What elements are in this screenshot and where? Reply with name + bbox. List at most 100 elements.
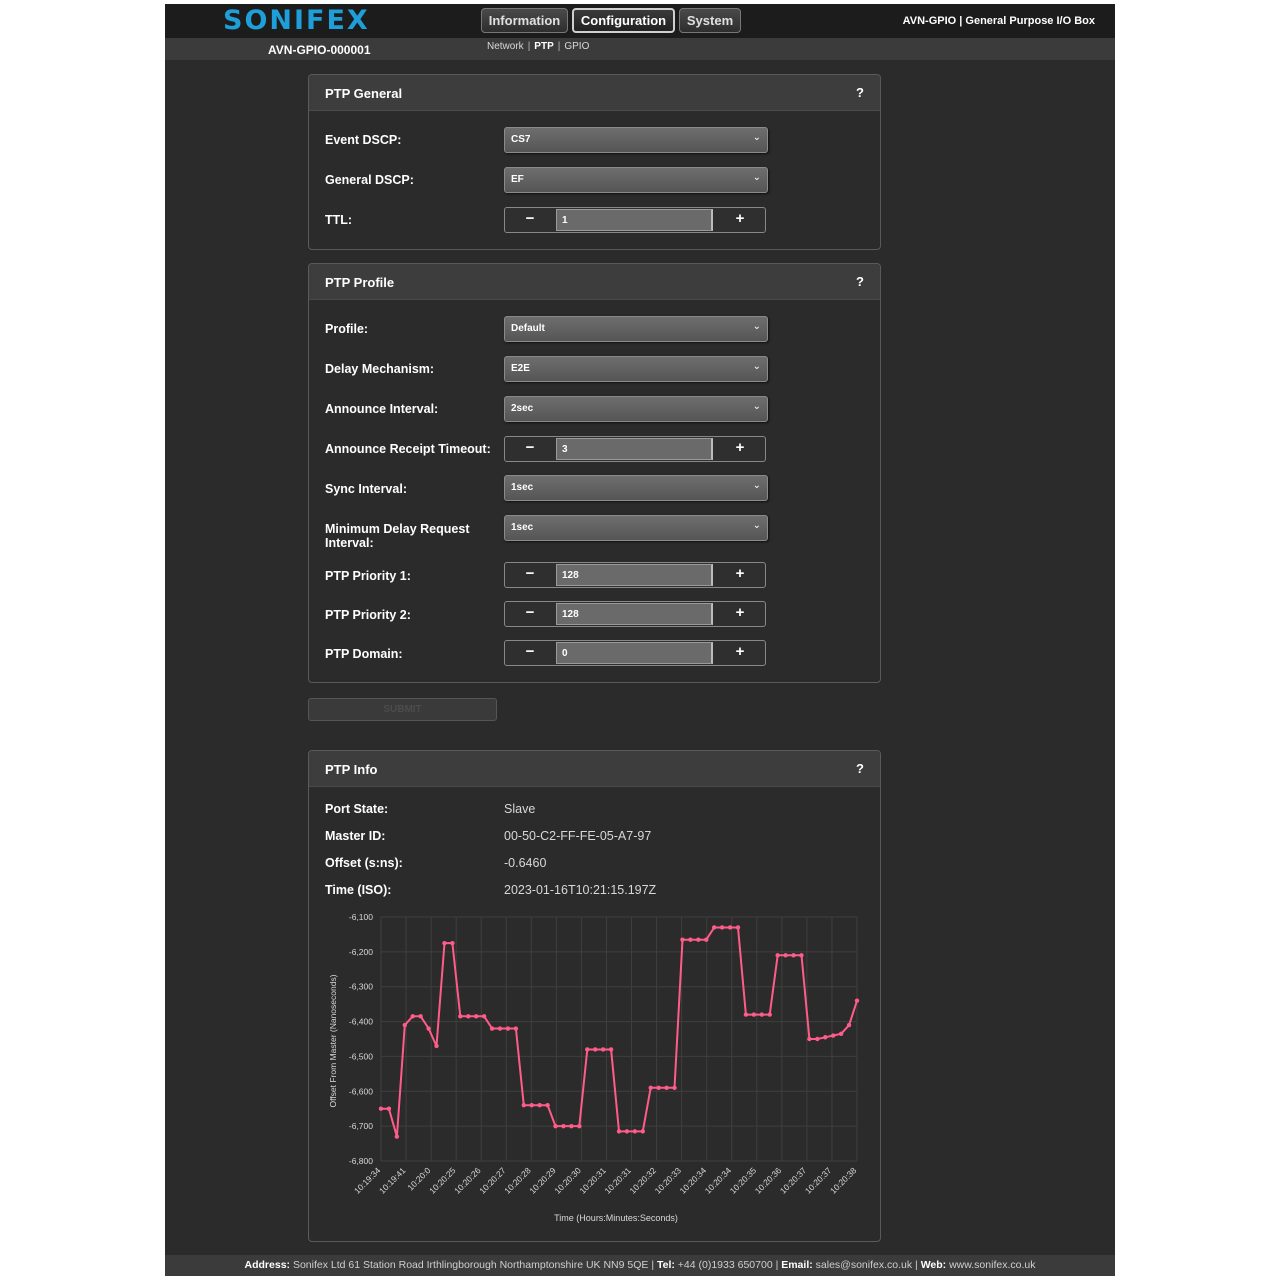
- sync-interval-select[interactable]: 1sec ⌄: [504, 475, 768, 501]
- select-value: Default: [511, 323, 545, 334]
- data-point: [815, 1036, 820, 1042]
- subnav-ptp[interactable]: PTP: [534, 41, 553, 52]
- priority1-input[interactable]: 128: [556, 564, 713, 586]
- ptp-general-panel: PTP General ? Event DSCP: CS7 ⌄ General …: [308, 74, 881, 250]
- announce-receipt-timeout-label: Announce Receipt Timeout:: [325, 442, 491, 456]
- increment-button[interactable]: +: [715, 437, 765, 461]
- increment-button[interactable]: +: [715, 563, 765, 587]
- input-value: 128: [562, 609, 579, 620]
- min-delay-request-select[interactable]: 1sec ⌄: [504, 515, 768, 541]
- y-tick-label: -6,100: [349, 912, 373, 922]
- announce-receipt-timeout-stepper: − 3 +: [504, 436, 766, 462]
- select-value: EF: [511, 174, 524, 185]
- chart-x-axis: 10:19:3410:19:4110:20:010:20:2510:20:261…: [352, 1165, 859, 1196]
- data-point: [807, 1036, 812, 1042]
- data-point: [418, 1014, 423, 1019]
- decrement-button[interactable]: −: [505, 563, 555, 587]
- subnav-gpio[interactable]: GPIO: [564, 41, 589, 52]
- min-delay-request-label: Minimum Delay Request Interval:: [325, 522, 470, 550]
- x-axis-label: Time (Hours:Minutes:Seconds): [554, 1213, 678, 1223]
- y-tick-label: -6,700: [349, 1121, 373, 1131]
- data-point: [529, 1103, 534, 1108]
- help-button[interactable]: ?: [856, 85, 864, 100]
- data-point: [719, 925, 725, 930]
- decrement-button[interactable]: −: [505, 437, 555, 461]
- master-id-value: 00-50-C2-FF-FE-05-A7-97: [504, 829, 652, 843]
- ttl-label: TTL:: [325, 213, 353, 227]
- data-point: [553, 1123, 558, 1129]
- data-point: [585, 1047, 590, 1052]
- input-value: 3: [562, 444, 568, 455]
- x-tick-label: 10:20:26: [452, 1165, 483, 1196]
- chevron-down-icon: ⌄: [752, 361, 761, 372]
- data-point: [838, 1031, 844, 1036]
- subnav-network[interactable]: Network: [487, 41, 524, 52]
- announce-interval-select[interactable]: 2sec ⌄: [504, 396, 768, 422]
- data-point: [410, 1014, 415, 1019]
- y-tick-label: -6,800: [349, 1156, 373, 1166]
- sonifex-logo: SONIFEX: [223, 5, 370, 36]
- delay-mechanism-select[interactable]: E2E ⌄: [504, 356, 768, 382]
- x-tick-label: 10:20:34: [678, 1165, 709, 1196]
- data-point: [727, 925, 733, 930]
- priority2-input[interactable]: 128: [556, 603, 713, 625]
- data-point: [640, 1129, 645, 1134]
- y-tick-label: -6,300: [349, 982, 373, 992]
- tab-system[interactable]: System: [679, 8, 741, 33]
- sub-header: AVN-GPIO-000001 Network | PTP | GPIO: [165, 38, 1115, 60]
- data-point: [426, 1026, 431, 1031]
- profile-select[interactable]: Default ⌄: [504, 316, 768, 342]
- data-point: [696, 937, 701, 942]
- profile-label: Profile:: [325, 322, 369, 336]
- submit-button[interactable]: SUBMIT: [308, 698, 497, 721]
- data-point: [537, 1103, 542, 1108]
- offset-chart: -6,100 -6,200 -6,300 -6,400 -6,500 -6,600 -6,7…: [328, 912, 860, 1223]
- web-link[interactable]: www.sonifex.co.uk: [949, 1259, 1035, 1271]
- data-point: [846, 1022, 852, 1028]
- x-tick-label: 10:20:29: [527, 1165, 558, 1196]
- help-button[interactable]: ?: [856, 274, 864, 289]
- decrement-button[interactable]: −: [505, 208, 555, 232]
- series-line: [381, 926, 858, 1137]
- increment-button[interactable]: +: [715, 208, 765, 232]
- help-button[interactable]: ?: [856, 761, 864, 776]
- ptp-profile-panel: PTP Profile ? Profile: Default ⌄ Delay M…: [308, 263, 881, 683]
- data-point: [450, 940, 455, 946]
- event-dscp-select[interactable]: CS7 ⌄: [504, 127, 768, 153]
- data-point: [712, 925, 717, 930]
- x-tick-label: 10:20:31: [602, 1165, 633, 1196]
- ttl-input[interactable]: 1: [556, 209, 713, 231]
- data-point: [616, 1129, 622, 1134]
- email-link[interactable]: sales@sonifex.co.uk: [816, 1259, 912, 1271]
- data-point: [656, 1085, 661, 1090]
- decrement-button[interactable]: −: [505, 641, 555, 665]
- data-point: [458, 1014, 463, 1019]
- data-point: [569, 1123, 574, 1129]
- panel-header: PTP Info ?: [309, 751, 880, 787]
- general-dscp-select[interactable]: EF ⌄: [504, 167, 768, 193]
- decrement-button[interactable]: −: [505, 602, 555, 626]
- input-value: 1: [562, 215, 568, 226]
- data-point: [823, 1035, 828, 1040]
- tab-configuration[interactable]: Configuration: [572, 8, 675, 33]
- announce-interval-label: Announce Interval:: [325, 402, 439, 416]
- data-point: [751, 1012, 757, 1017]
- announce-receipt-timeout-input[interactable]: 3: [556, 438, 713, 460]
- increment-button[interactable]: +: [715, 602, 765, 626]
- device-id: AVN-GPIO-000001: [268, 43, 371, 57]
- data-point: [434, 1043, 439, 1049]
- select-value: 2sec: [511, 403, 534, 414]
- product-title: AVN-GPIO | General Purpose I/O Box: [902, 15, 1095, 27]
- y-axis-label: Offset From Master (Nanoseconds): [328, 974, 338, 1107]
- chevron-down-icon: ⌄: [752, 520, 761, 531]
- panel-header: PTP General ?: [309, 75, 880, 111]
- domain-input[interactable]: 0: [556, 642, 713, 664]
- data-point: [743, 1012, 749, 1017]
- y-tick-label: -6,600: [349, 1086, 373, 1096]
- increment-button[interactable]: +: [715, 641, 765, 665]
- x-tick-label: 10:20:31: [577, 1165, 608, 1196]
- data-point: [783, 953, 788, 958]
- tab-information[interactable]: Information: [481, 8, 568, 33]
- x-tick-label: 10:20:36: [753, 1165, 784, 1196]
- time-iso-label: Time (ISO):: [325, 883, 392, 897]
